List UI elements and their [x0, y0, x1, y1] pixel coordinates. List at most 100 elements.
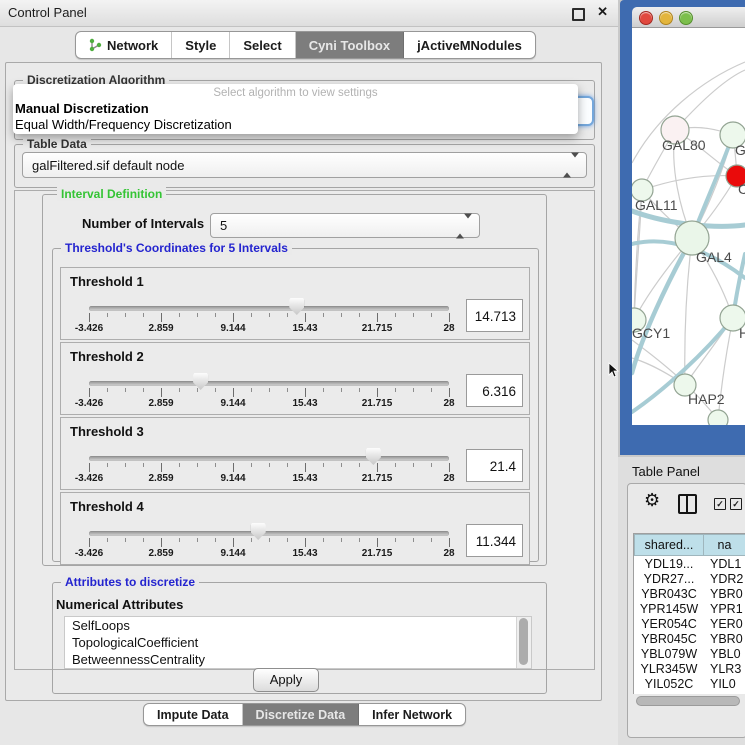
network-node[interactable] [708, 410, 728, 425]
threshold-value-field[interactable]: 21.4 [466, 449, 523, 482]
control-panel-title: Control Panel [8, 5, 87, 20]
split-columns-icon[interactable] [678, 494, 697, 514]
gear-icon[interactable]: ⚙ [644, 490, 660, 511]
table-row[interactable]: YER054CYER0 [634, 616, 745, 631]
threshold-value-field[interactable]: 11.344 [466, 524, 523, 557]
tab-style[interactable]: Style [172, 32, 230, 58]
algorithm-option-manual[interactable]: Manual Discretization [15, 101, 149, 116]
slider-track[interactable] [89, 531, 449, 536]
tab-cyni-toolbox[interactable]: Cyni Toolbox [296, 32, 404, 58]
number-of-intervals-combo[interactable]: 5 [210, 213, 480, 238]
table-cell: YBR045C [634, 631, 704, 646]
table-cell: YBR0 [704, 631, 745, 646]
stepper-arrows-icon [456, 218, 472, 233]
tab-label: Infer Network [372, 708, 452, 722]
column-header-shared[interactable]: shared... [634, 534, 704, 556]
threshold-label: Threshold 2 [70, 349, 144, 364]
table-cell: YBR0 [704, 586, 745, 601]
table-row[interactable]: YDL19...YDL1 [634, 556, 745, 571]
bottom-tab-impute-data[interactable]: Impute Data [144, 704, 243, 725]
table-cell: YBL079W [634, 646, 704, 661]
table-horizontal-scrollbar[interactable] [636, 696, 740, 706]
table-row[interactable]: YDR27...YDR2 [634, 571, 745, 586]
attributes-group-title: Attributes to discretize [61, 575, 199, 589]
float-window-icon[interactable] [572, 8, 585, 21]
tab-label: Network [107, 38, 158, 53]
bottom-tab-infer-network[interactable]: Infer Network [359, 704, 465, 725]
tab-select[interactable]: Select [230, 32, 295, 58]
table-row[interactable]: YLR345WYLR3 [634, 661, 745, 676]
threshold-value-field[interactable]: 6.316 [466, 374, 523, 407]
slider-tick-labels: -3.4262.8599.14415.4321.71528 [89, 398, 449, 410]
bottom-tab-discretize-data[interactable]: Discretize Data [243, 704, 360, 725]
thresholds-group-title: Threshold's Coordinates for 5 Intervals [61, 241, 292, 255]
slider-ticks [89, 538, 449, 548]
close-traffic-light-icon[interactable] [639, 11, 653, 25]
table-row[interactable]: YIL052CYIL0 [634, 676, 745, 691]
attribute-item-topologicalcoefficient[interactable]: TopologicalCoefficient [65, 634, 531, 651]
table-data-combo[interactable]: galFiltered.sif default node [22, 152, 587, 178]
slider-tick-labels: -3.4262.8599.14415.4321.71528 [89, 323, 449, 335]
network-edge-thick[interactable] [632, 238, 692, 373]
table-row[interactable]: YBR045CYBR0 [634, 631, 745, 646]
table-data-group-title: Table Data [23, 137, 91, 151]
table-cell: YIL052C [634, 676, 704, 691]
network-node-label: H [739, 325, 745, 341]
table-cell: YER054C [634, 616, 704, 631]
attributes-scrollbar[interactable] [516, 617, 531, 668]
column-header-name[interactable]: na [704, 534, 745, 556]
algorithm-dropdown-hint: Select algorithm to view settings [13, 87, 578, 99]
tab-label: Discretize Data [256, 708, 346, 722]
attribute-items: SelfLoopsTopologicalCoefficientBetweenne… [65, 617, 531, 668]
tab-network[interactable]: Network [76, 32, 172, 58]
minimize-traffic-light-icon[interactable] [659, 11, 673, 25]
network-edge[interactable] [642, 176, 737, 190]
threshold-value-field[interactable]: 14.713 [466, 299, 523, 332]
stepper-arrows-icon [563, 158, 579, 173]
slider-ticks [89, 388, 449, 398]
interval-definition-title: Interval Definition [57, 187, 166, 201]
numerical-attributes-list[interactable]: SelfLoopsTopologicalCoefficientBetweenne… [64, 616, 532, 669]
network-node-label: HAP2 [688, 391, 725, 407]
algorithm-option-equal-width[interactable]: Equal Width/Frequency Discretization [15, 117, 232, 132]
apply-button[interactable]: Apply [253, 668, 319, 692]
threshold-row-3: Threshold 3-3.4262.8599.14415.4321.71528… [60, 417, 530, 490]
table-header-row: shared... na [634, 534, 745, 556]
table-cell: YPR1 [704, 601, 745, 616]
network-node-label: C [738, 181, 745, 197]
slider-track[interactable] [89, 306, 449, 311]
tab-label: Select [243, 38, 281, 53]
node-attribute-table[interactable]: shared... na YDL19...YDL1YDR27...YDR2YBR… [633, 533, 745, 694]
table-row[interactable]: YPR145WYPR1 [634, 601, 745, 616]
threshold-row-1: Threshold 1-3.4262.8599.14415.4321.71528… [60, 267, 530, 340]
threshold-list: Threshold 1-3.4262.8599.14415.4321.71528… [60, 267, 530, 565]
checked-checkbox-icon[interactable]: ✓ [714, 498, 726, 510]
mouse-cursor [608, 362, 620, 378]
algorithm-dropdown-popup: Select algorithm to view settings Manual… [13, 84, 578, 134]
tab-jactivemnodules[interactable]: jActiveMNodules [404, 32, 535, 58]
attribute-item-betweennesscentrality[interactable]: BetweennessCentrality [65, 651, 531, 668]
network-canvas[interactable]: GAL80GCGAL11GAL4GCY1HHAP2 [632, 28, 745, 425]
close-icon[interactable]: ✕ [597, 4, 608, 20]
table-data-combo-value: galFiltered.sif default node [32, 153, 184, 177]
slider-track[interactable] [89, 381, 449, 386]
checked-checkbox-icon[interactable]: ✓ [730, 498, 742, 510]
top-tabbar: Network Style Select Cyni Toolbox jActiveMNo… [75, 31, 536, 59]
table-row[interactable]: YBL079WYBL0 [634, 646, 745, 661]
table-cell: YDL1 [704, 556, 745, 571]
number-of-intervals-label: Number of Intervals [82, 212, 204, 236]
control-panel-titlebar: Control Panel ✕ [0, 0, 618, 27]
slider-track[interactable] [89, 456, 449, 461]
threshold-label: Threshold 4 [70, 499, 144, 514]
table-cell: YDR2 [704, 571, 745, 586]
network-node-label: GAL4 [696, 249, 732, 265]
network-view-window: GAL80GCGAL11GAL4GCY1HHAP2 [620, 0, 745, 455]
table-row[interactable]: YBR043CYBR0 [634, 586, 745, 601]
zoom-traffic-light-icon[interactable] [679, 11, 693, 25]
attribute-item-selfloops[interactable]: SelfLoops [65, 617, 531, 634]
slider-ticks [89, 313, 449, 323]
threshold-row-2: Threshold 2 -3.4262.8599.14415.4321.71528… [60, 342, 530, 415]
table-cell: YIL0 [704, 676, 745, 691]
tab-label: jActiveMNodules [417, 38, 522, 53]
tab-label: Impute Data [157, 708, 229, 722]
